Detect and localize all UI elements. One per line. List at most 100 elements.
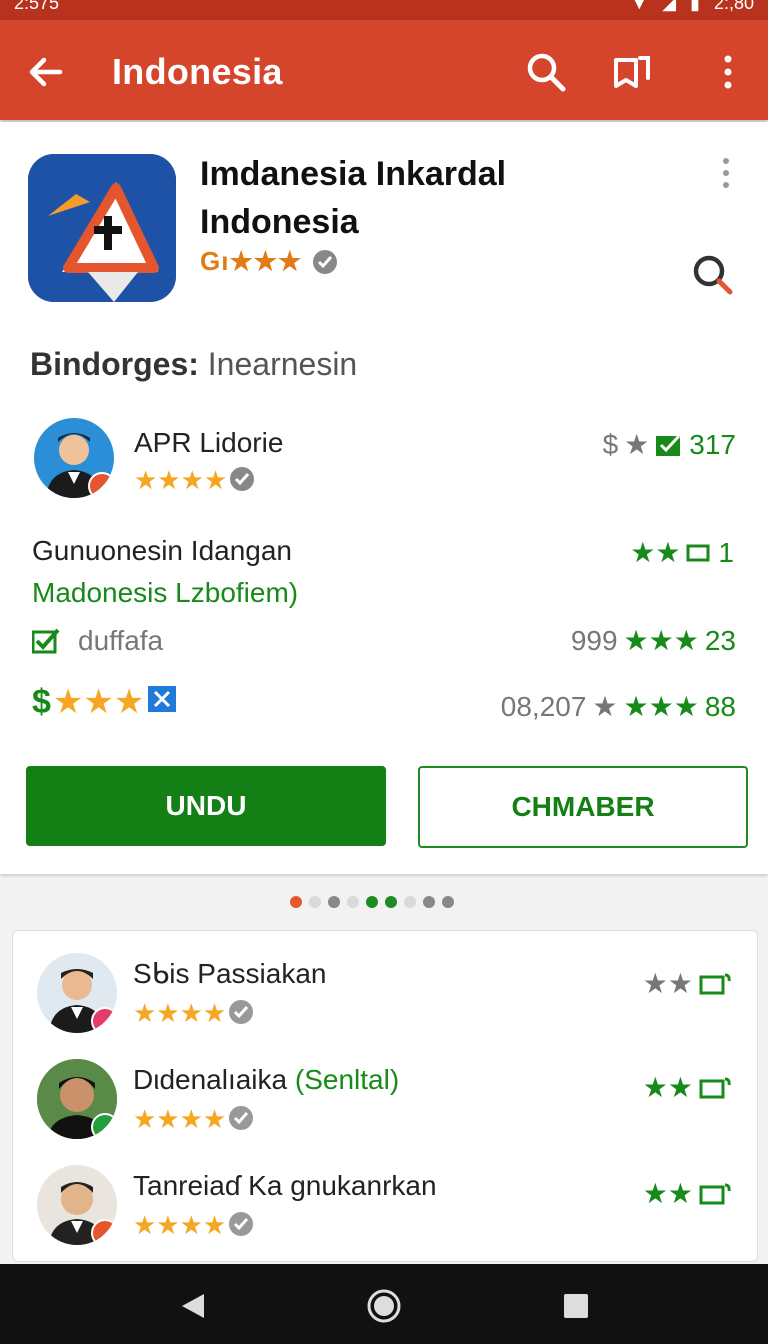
developer-rating: ★★★★ xyxy=(134,466,255,494)
app-bar: Indonesia xyxy=(0,20,768,120)
reviewer-rating: ★★★★ xyxy=(133,999,254,1027)
device-icon xyxy=(686,544,710,562)
verified-icon xyxy=(229,1212,254,1236)
detail-line-4-meta: 08,207 ★ ★★★ 88 xyxy=(501,690,736,724)
check-box-icon xyxy=(656,434,681,456)
app-detail-card: Imdanesia Inkardal Indonesia Gı★★★ Bindo… xyxy=(0,122,768,874)
search-icon[interactable] xyxy=(690,252,736,298)
back-arrow-icon[interactable] xyxy=(24,50,68,94)
detail-line-4-left: $ ★★★ xyxy=(32,684,178,720)
pager-dot[interactable] xyxy=(309,896,321,908)
app-name: Imdanesia Inkardal Indonesia xyxy=(200,150,680,246)
status-bar: 2:575 ▼ ◢ ▮ 2:,80 xyxy=(0,0,768,20)
detail-line-1: Gunuonesin Idangan xyxy=(32,535,292,566)
detail-line-3-value: 23 xyxy=(704,625,736,656)
reviewer-name-tag: (Senltal) xyxy=(294,1064,400,1095)
app-name-line2: Indonesia xyxy=(200,203,359,241)
developer-name[interactable]: APR Lidorie xyxy=(134,426,283,460)
verified-icon xyxy=(313,249,338,274)
avatar-badge xyxy=(91,1113,117,1139)
meta-value: 317 xyxy=(689,429,736,460)
message-icon[interactable] xyxy=(699,1075,731,1101)
nav-recents-icon[interactable] xyxy=(562,1292,590,1320)
detail-line-4-value: 88 xyxy=(704,691,736,722)
reviewer-rating: ★★★★ xyxy=(133,1105,254,1133)
developer-link[interactable]: Madonesis Lzbofiem) xyxy=(32,576,298,610)
detail-line-4-count: 08,207 xyxy=(500,691,587,722)
meta-star: ★ xyxy=(624,429,650,460)
gray-stars: ★★ xyxy=(642,968,693,999)
app-rating-row: Gı★★★ xyxy=(200,246,338,277)
reviewer-rating: ★★★★ xyxy=(133,1211,254,1239)
price-label: $ xyxy=(602,429,619,460)
battery-icon: ▮ xyxy=(690,0,700,13)
nav-back-icon[interactable] xyxy=(176,1290,208,1322)
pager-dots xyxy=(290,896,454,908)
pager-dot[interactable] xyxy=(423,896,435,908)
check-icon xyxy=(32,628,60,654)
wifi-icon: ▼ xyxy=(630,0,649,13)
message-icon[interactable] xyxy=(699,971,731,997)
verified-icon xyxy=(230,467,255,491)
detail-line-1-meta: ★★ 1 xyxy=(630,536,734,570)
close-box-icon xyxy=(148,686,177,712)
system-nav-bar xyxy=(0,1264,768,1344)
pager-dot[interactable] xyxy=(404,896,416,908)
green-stars: ★★★ xyxy=(623,625,699,656)
app-name-line1: Imdanesia Inkardal xyxy=(200,155,507,193)
green-stars: ★★ xyxy=(642,1072,693,1103)
pager-dot[interactable] xyxy=(347,896,359,908)
nav-home-icon[interactable] xyxy=(366,1288,402,1324)
secondary-button[interactable]: CHMABER xyxy=(418,766,748,848)
reviewer-meta: ★★ xyxy=(643,967,731,1001)
app-rating: Gı★★★ xyxy=(200,246,303,276)
avatar[interactable] xyxy=(37,953,117,1033)
dollar-icon: $ xyxy=(32,683,51,721)
app-logo-icon xyxy=(28,154,176,302)
green-stars: ★★ xyxy=(630,537,681,568)
status-icons: ▼ ◢ ▮ 2:,80 xyxy=(630,0,754,13)
pager-dot[interactable] xyxy=(385,896,397,908)
bookmark-cast-icon[interactable] xyxy=(610,50,654,94)
rating-stars: ★★★★ xyxy=(134,465,228,495)
pager-dot[interactable] xyxy=(328,896,340,908)
pager-dot[interactable] xyxy=(290,896,302,908)
detail-line-1-value: 1 xyxy=(718,537,734,568)
pager-dot[interactable] xyxy=(366,896,378,908)
pager-dot[interactable] xyxy=(442,896,454,908)
reviewers-card: Sᑲis Passiakan ★★★★ ★★ Dιdenalıaika (Sen… xyxy=(12,930,758,1262)
avatar-badge xyxy=(88,472,114,498)
section-value: Inearnesin xyxy=(207,346,358,382)
avatar[interactable] xyxy=(34,418,114,498)
reviewer-name[interactable]: Tanreiaɗ Ka gnukanrkan xyxy=(133,1169,437,1203)
search-icon[interactable] xyxy=(524,50,568,94)
status-right-text: 2:,80 xyxy=(713,0,754,13)
green-stars: ★★ xyxy=(642,1178,693,1209)
rating-stars: ★★★★ xyxy=(133,1104,227,1134)
verified-icon xyxy=(229,1106,254,1130)
avatar-badge xyxy=(91,1219,117,1245)
card-more-icon[interactable] xyxy=(716,156,736,190)
section-header: Bindorges: Inearnesin xyxy=(30,344,357,384)
install-button[interactable]: UNDU xyxy=(26,766,386,846)
avatar[interactable] xyxy=(37,1165,117,1245)
message-icon[interactable] xyxy=(699,1181,731,1207)
detail-line-3-count: 999 xyxy=(570,625,618,656)
more-vert-icon[interactable] xyxy=(706,50,750,94)
reviewer-name[interactable]: Dιdenalıaika (Senltal) xyxy=(133,1063,399,1097)
avatar[interactable] xyxy=(37,1059,117,1139)
rating-stars: ★★★★ xyxy=(133,1210,227,1240)
reviewer-name[interactable]: Sᑲis Passiakan xyxy=(133,957,326,991)
section-label: Bindorges: xyxy=(30,346,199,382)
detail-line-3: duffafa xyxy=(78,625,164,656)
gray-star: ★ xyxy=(592,691,618,722)
detail-line-3-meta: 999 ★★★ 23 xyxy=(571,624,736,658)
reviewer-meta: ★★ xyxy=(643,1177,731,1211)
status-time: 2:575 xyxy=(14,0,60,13)
developer-meta: $ ★ 317 xyxy=(603,428,736,462)
reviewer-name-text: Dιdenalıaika xyxy=(133,1064,295,1095)
reviewer-meta: ★★ xyxy=(643,1071,731,1105)
verified-icon xyxy=(229,1000,254,1024)
rating-stars: ★★★★ xyxy=(133,998,227,1028)
signal-icon: ◢ xyxy=(662,0,677,13)
